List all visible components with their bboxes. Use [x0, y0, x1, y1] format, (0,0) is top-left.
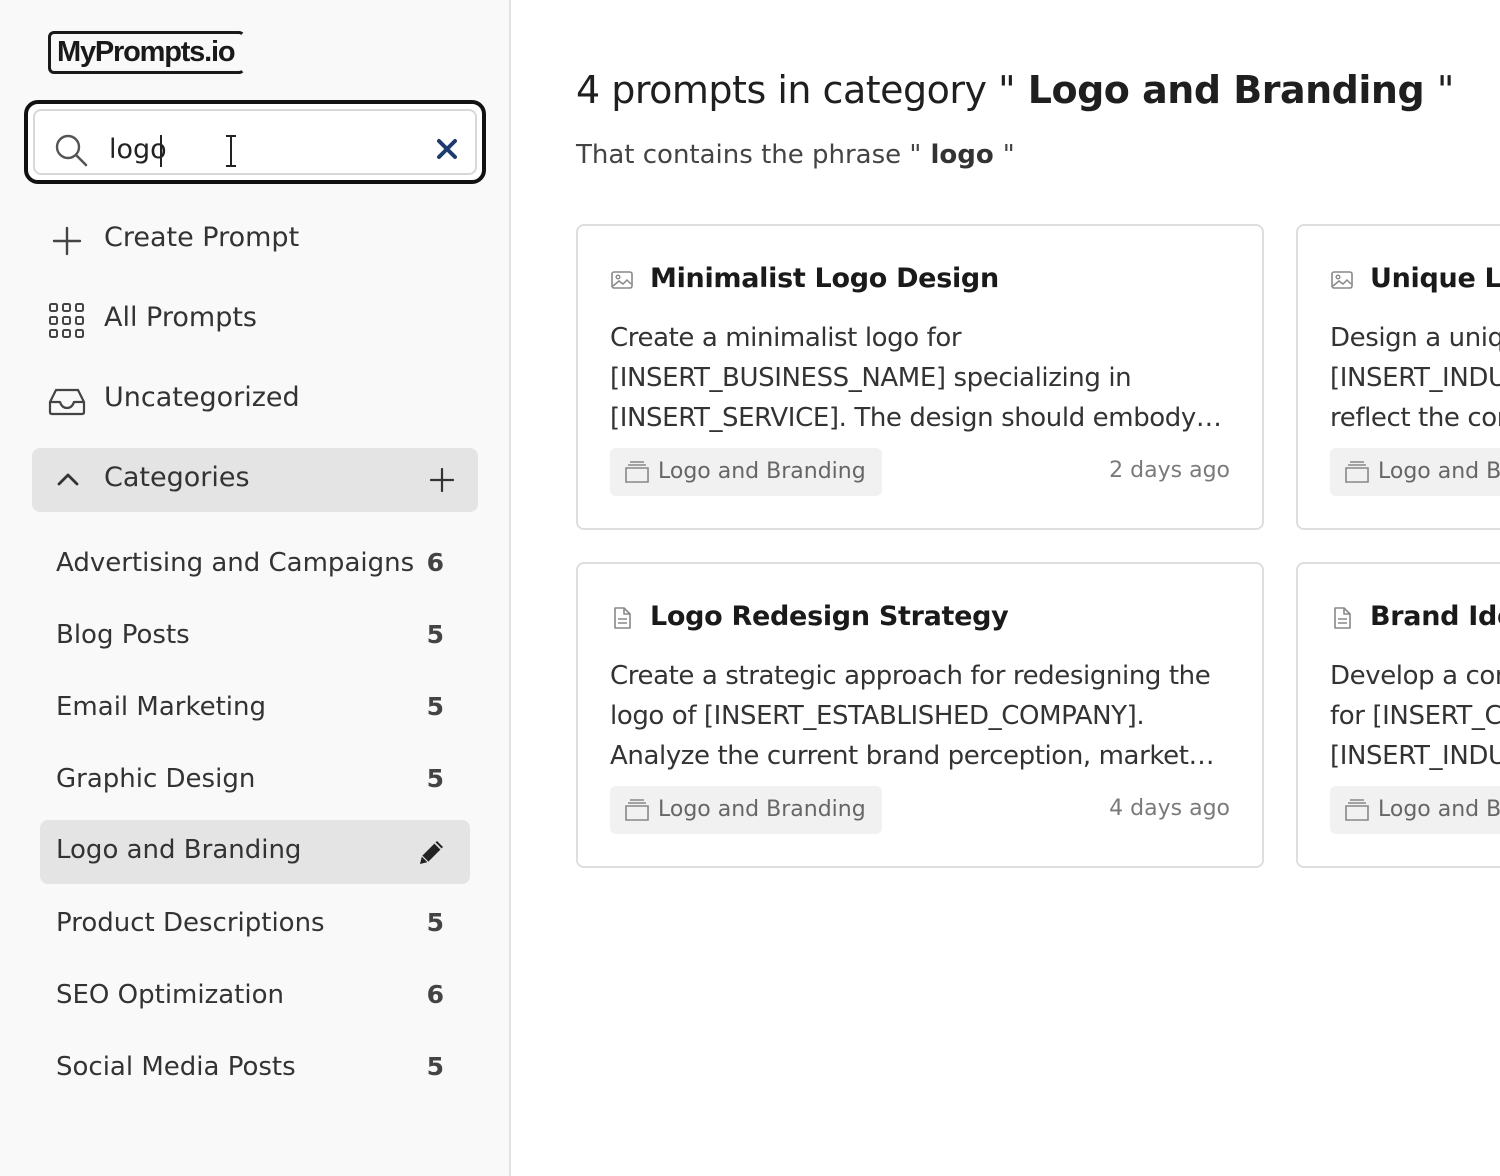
category-item-social-media-posts[interactable]: Social Media Posts 5	[40, 1037, 470, 1101]
prompt-description: Create a strategic approach for redesign…	[610, 661, 1215, 771]
title-suffix: "	[1436, 68, 1454, 112]
category-count: 5	[426, 692, 444, 721]
inbox-icon	[48, 388, 86, 416]
category-item-advertising[interactable]: Advertising and Campaigns 6	[40, 533, 470, 597]
prompt-description: Develop a com for [INSERT_C [INSERT_INDU	[1330, 661, 1500, 771]
search-summary: That contains the phrase " logo "	[576, 140, 1015, 170]
app-logo[interactable]: MyPrompts.io	[48, 31, 246, 74]
summary-suffix: "	[1002, 140, 1015, 170]
category-name: Logo and Branding	[56, 835, 302, 865]
grid-icon	[49, 303, 84, 338]
prompt-card[interactable]: Unique Log Design a uniqu [INSERT_INDU r…	[1296, 224, 1500, 530]
prompt-title: Minimalist Logo Design	[650, 263, 999, 294]
category-tag-label: Logo and Branding	[658, 459, 866, 484]
summary-phrase: logo	[921, 140, 1003, 170]
image-icon	[1331, 271, 1353, 289]
page-title: 4 prompts in category " Logo and Brandin…	[576, 68, 1454, 112]
folder-icon	[1345, 799, 1369, 821]
category-count: 5	[426, 1052, 444, 1081]
edit-category-button[interactable]	[416, 836, 448, 868]
category-item-email-marketing[interactable]: Email Marketing 5	[40, 677, 470, 741]
prompt-title: Logo Redesign Strategy	[650, 601, 1009, 632]
uncategorized-link[interactable]: Uncategorized	[48, 376, 468, 424]
chevron-up-icon[interactable]	[54, 466, 82, 494]
category-name: Email Marketing	[56, 692, 266, 722]
prompt-timestamp: 2 days ago	[1109, 458, 1230, 483]
category-name: Product Descriptions	[56, 908, 325, 938]
category-count: 5	[426, 908, 444, 937]
category-name: Advertising and Campaigns	[56, 548, 415, 578]
clear-search-button[interactable]	[433, 135, 461, 163]
prompt-description: Create a minimalist logo for [INSERT_BUS…	[610, 323, 1222, 433]
category-tag-label: Logo and Br	[1378, 797, 1500, 822]
all-prompts-link[interactable]: All Prompts	[48, 296, 468, 344]
category-name: Social Media Posts	[56, 1052, 296, 1082]
category-count: 6	[426, 980, 444, 1009]
folder-icon	[625, 799, 649, 821]
text-cursor-icon	[226, 135, 236, 167]
prompt-card[interactable]: Minimalist Logo Design Create a minimali…	[576, 224, 1264, 530]
uncategorized-label: Uncategorized	[104, 382, 300, 413]
category-count: 5	[426, 764, 444, 793]
category-tag-label: Logo and Branding	[658, 797, 866, 822]
prompt-title: Brand Ider	[1370, 601, 1500, 632]
category-item-seo-optimization[interactable]: SEO Optimization 6	[40, 965, 470, 1029]
category-tag[interactable]: Logo and Branding	[610, 448, 882, 496]
search-input[interactable]	[109, 129, 409, 169]
prompt-title: Unique Log	[1370, 263, 1500, 294]
create-prompt-label: Create Prompt	[104, 222, 300, 253]
category-item-blog-posts[interactable]: Blog Posts 5	[40, 605, 470, 669]
category-name: SEO Optimization	[56, 980, 284, 1010]
category-name: Blog Posts	[56, 620, 190, 650]
category-tag[interactable]: Logo and Br	[1330, 786, 1500, 834]
title-prefix: 4 prompts in category "	[576, 68, 1016, 112]
prompt-description: Design a uniqu [INSERT_INDU reflect the …	[1330, 323, 1500, 433]
search-field-frame	[33, 109, 477, 175]
search-box	[24, 100, 486, 184]
text-caret	[160, 135, 162, 167]
categories-label: Categories	[104, 462, 250, 493]
prompt-card[interactable]: Logo Redesign Strategy Create a strategi…	[576, 562, 1264, 868]
category-count: 5	[426, 620, 444, 649]
category-tag-label: Logo and Br	[1378, 459, 1500, 484]
folder-icon	[625, 461, 649, 483]
main-content: 4 prompts in category " Logo and Brandin…	[513, 0, 1500, 1176]
search-icon	[55, 134, 88, 167]
category-item-product-descriptions[interactable]: Product Descriptions 5	[40, 893, 470, 957]
document-icon	[614, 607, 631, 629]
create-prompt-button[interactable]: Create Prompt	[48, 216, 468, 264]
all-prompts-label: All Prompts	[104, 302, 257, 333]
image-icon	[611, 271, 633, 289]
categories-header[interactable]: Categories	[32, 448, 478, 512]
document-icon	[1334, 607, 1351, 629]
prompt-timestamp: 4 days ago	[1109, 796, 1230, 821]
category-tag[interactable]: Logo and Br	[1330, 448, 1500, 496]
summary-prefix: That contains the phrase "	[576, 140, 922, 170]
category-tag[interactable]: Logo and Branding	[610, 786, 882, 834]
title-category: Logo and Branding	[1015, 68, 1437, 112]
add-category-button[interactable]	[428, 466, 456, 494]
category-item-logo-and-branding[interactable]: Logo and Branding	[40, 820, 470, 884]
sidebar: MyPrompts.io Create Prompt	[0, 0, 511, 1176]
plus-icon	[52, 226, 82, 256]
folder-icon	[1345, 461, 1369, 483]
category-item-graphic-design[interactable]: Graphic Design 5	[40, 749, 470, 813]
category-name: Graphic Design	[56, 764, 256, 794]
prompt-card[interactable]: Brand Ider Develop a com for [INSERT_C […	[1296, 562, 1500, 868]
category-count: 6	[426, 548, 444, 577]
